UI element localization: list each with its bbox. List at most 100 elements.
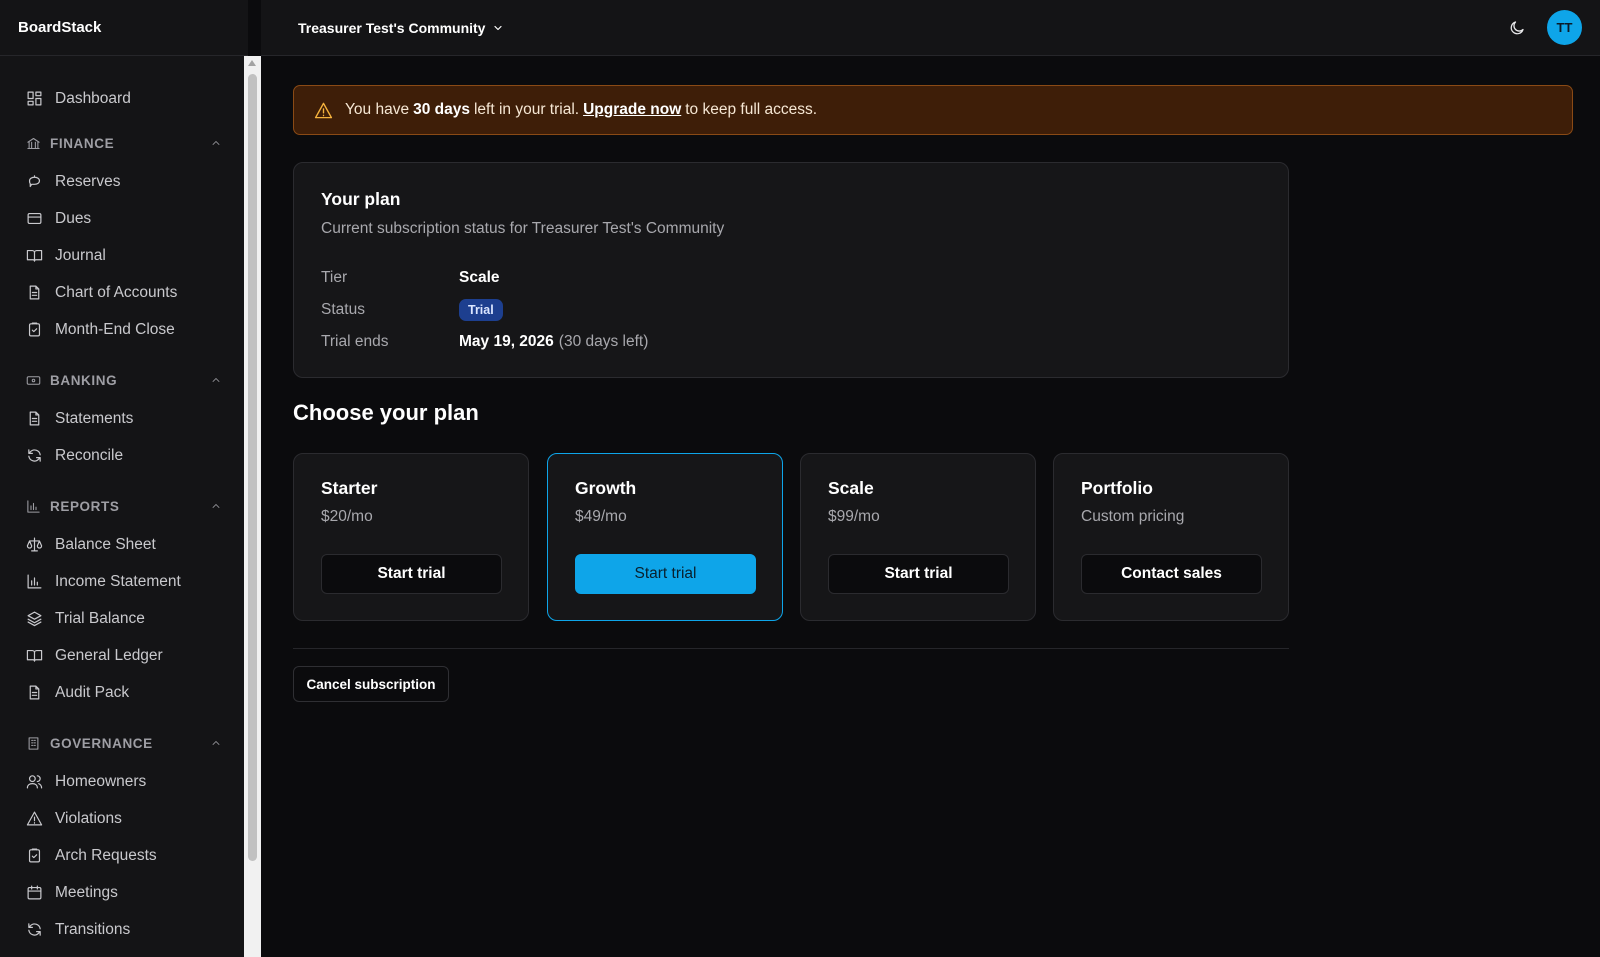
bank-icon bbox=[27, 137, 40, 149]
sidebar-item-month-end-close[interactable]: Month-End Close bbox=[0, 311, 248, 348]
start-trial-growth-button[interactable]: Start trial bbox=[575, 554, 756, 594]
tier-name: Growth bbox=[575, 478, 637, 498]
sidebar-item-reconcile[interactable]: Reconcile bbox=[0, 437, 248, 474]
sidebar-item-meetings[interactable]: Meetings bbox=[0, 874, 248, 911]
tier-card-scale: Scale $99/mo Start trial bbox=[800, 453, 1036, 621]
sidebar-item-dashboard[interactable]: Dashboard bbox=[0, 80, 248, 117]
sidebar-item-label: Reconcile bbox=[55, 446, 124, 464]
plan-row-trial-ends: Trial ends May 19, 2026 (30 days left) bbox=[321, 326, 1261, 358]
divider bbox=[293, 648, 1289, 649]
community-switcher[interactable]: Treasurer Test's Community bbox=[298, 20, 504, 36]
sidebar-item-label: Arch Requests bbox=[55, 846, 157, 864]
tier-price: $49/mo bbox=[575, 508, 627, 525]
tier-name: Starter bbox=[321, 478, 378, 498]
file-text-icon bbox=[29, 285, 40, 300]
sidebar-item-label: Statements bbox=[55, 409, 134, 427]
tier-price: Custom pricing bbox=[1081, 508, 1185, 525]
book-open-icon bbox=[26, 249, 43, 262]
building-icon bbox=[28, 736, 39, 750]
sidebar-item-homeowners[interactable]: Homeowners bbox=[0, 763, 248, 800]
sidebar-nav: Dashboard FINANCE Reserves Dues Journal … bbox=[0, 56, 248, 948]
file-text-icon bbox=[29, 411, 40, 426]
section-finance[interactable]: FINANCE bbox=[0, 123, 248, 163]
sidebar-item-label: Audit Pack bbox=[55, 683, 130, 701]
credit-card-icon bbox=[27, 212, 42, 225]
moon-icon[interactable] bbox=[1508, 19, 1526, 37]
sidebar-item-label: General Ledger bbox=[55, 646, 163, 664]
section-governance[interactable]: GOVERNANCE bbox=[0, 723, 248, 763]
users-icon bbox=[26, 775, 43, 789]
topbar: Treasurer Test's Community TT bbox=[261, 0, 1600, 56]
brand-logo[interactable]: BoardStack bbox=[0, 0, 248, 56]
layers-icon bbox=[27, 611, 42, 627]
trial-ends-label: Trial ends bbox=[321, 333, 389, 350]
plan-card-title: Your plan bbox=[321, 189, 401, 209]
sidebar-item-statements[interactable]: Statements bbox=[0, 400, 248, 437]
section-banking[interactable]: BANKING bbox=[0, 360, 248, 400]
tier-name: Scale bbox=[828, 478, 874, 498]
book-open-icon bbox=[26, 649, 43, 662]
section-label: GOVERNANCE bbox=[50, 735, 153, 751]
section-label: REPORTS bbox=[50, 498, 120, 514]
start-trial-scale-button[interactable]: Start trial bbox=[828, 554, 1009, 594]
upgrade-now-link[interactable]: Upgrade now bbox=[583, 101, 681, 119]
scroll-up-arrow[interactable] bbox=[248, 60, 256, 66]
chevron-up-icon bbox=[212, 741, 220, 745]
community-name: Treasurer Test's Community bbox=[298, 19, 486, 36]
scale-icon bbox=[26, 537, 43, 552]
banner-days: 30 days bbox=[413, 101, 470, 118]
trial-ends-note: (30 days left) bbox=[558, 333, 649, 350]
sidebar-item-violations[interactable]: Violations bbox=[0, 800, 248, 837]
trial-banner: You have 30 days left in your trial. Upg… bbox=[293, 85, 1573, 135]
sidebar-item-reserves[interactable]: Reserves bbox=[0, 163, 248, 200]
sidebar: BoardStack Dashboard FINANCE Reserves Du… bbox=[0, 0, 248, 957]
chevron-up-icon bbox=[212, 141, 220, 145]
sidebar-item-balance-sheet[interactable]: Balance Sheet bbox=[0, 526, 248, 563]
trial-ends-value: May 19, 2026 bbox=[459, 333, 554, 350]
status-badge: Trial bbox=[459, 299, 503, 321]
sidebar-item-label: Transitions bbox=[55, 920, 131, 938]
sidebar-scrollbar[interactable] bbox=[244, 56, 261, 957]
sidebar-item-general-ledger[interactable]: General Ledger bbox=[0, 637, 248, 674]
tier-card-portfolio: Portfolio Custom pricing Contact sales bbox=[1053, 453, 1289, 621]
sidebar-item-arch-requests[interactable]: Arch Requests bbox=[0, 837, 248, 874]
plan-row-tier: Tier Scale bbox=[321, 262, 1261, 294]
sidebar-item-income-statement[interactable]: Income Statement bbox=[0, 563, 248, 600]
bar-chart-icon bbox=[27, 499, 40, 513]
sidebar-item-label: Income Statement bbox=[55, 572, 181, 590]
plan-row-status: Status Trial bbox=[321, 294, 1261, 326]
sidebar-item-audit-pack[interactable]: Audit Pack bbox=[0, 674, 248, 711]
tier-price: $99/mo bbox=[828, 508, 880, 525]
plan-card-subtitle: Current subscription status for Treasure… bbox=[321, 220, 725, 237]
cancel-subscription-button[interactable]: Cancel subscription bbox=[293, 666, 449, 702]
sidebar-item-label: Meetings bbox=[55, 883, 118, 901]
contact-sales-button[interactable]: Contact sales bbox=[1081, 554, 1262, 594]
sidebar-item-transitions[interactable]: Transitions bbox=[0, 911, 248, 948]
tier-name: Portfolio bbox=[1081, 478, 1153, 498]
sidebar-item-trial-balance[interactable]: Trial Balance bbox=[0, 600, 248, 637]
sidebar-item-label: Trial Balance bbox=[55, 609, 145, 627]
tier-price: $20/mo bbox=[321, 508, 373, 525]
scrollbar-thumb[interactable] bbox=[248, 74, 257, 861]
section-reports[interactable]: REPORTS bbox=[0, 486, 248, 526]
your-plan-card: Your plan Current subscription status fo… bbox=[293, 162, 1289, 378]
tier-value: Scale bbox=[459, 269, 500, 286]
section-label: BANKING bbox=[50, 372, 118, 388]
start-trial-starter-button[interactable]: Start trial bbox=[321, 554, 502, 594]
banner-middle: left in your trial. bbox=[473, 101, 580, 118]
alert-triangle-icon bbox=[26, 811, 43, 826]
avatar[interactable]: TT bbox=[1547, 10, 1582, 45]
tier-label: Tier bbox=[321, 269, 348, 286]
tier-card-starter: Starter $20/mo Start trial bbox=[293, 453, 529, 621]
sidebar-item-chart-of-accounts[interactable]: Chart of Accounts bbox=[0, 274, 248, 311]
sidebar-item-journal[interactable]: Journal bbox=[0, 237, 248, 274]
section-label: FINANCE bbox=[50, 135, 115, 151]
chevron-down-icon bbox=[494, 25, 503, 30]
banner-prefix: You have bbox=[345, 101, 410, 118]
sidebar-item-dues[interactable]: Dues bbox=[0, 200, 248, 237]
banknote-icon bbox=[26, 375, 41, 385]
tier-card-growth: Growth $49/mo Start trial bbox=[547, 453, 783, 621]
clipboard-check-icon bbox=[28, 322, 41, 337]
sidebar-item-label: Violations bbox=[55, 809, 122, 827]
chevron-up-icon bbox=[212, 504, 220, 508]
